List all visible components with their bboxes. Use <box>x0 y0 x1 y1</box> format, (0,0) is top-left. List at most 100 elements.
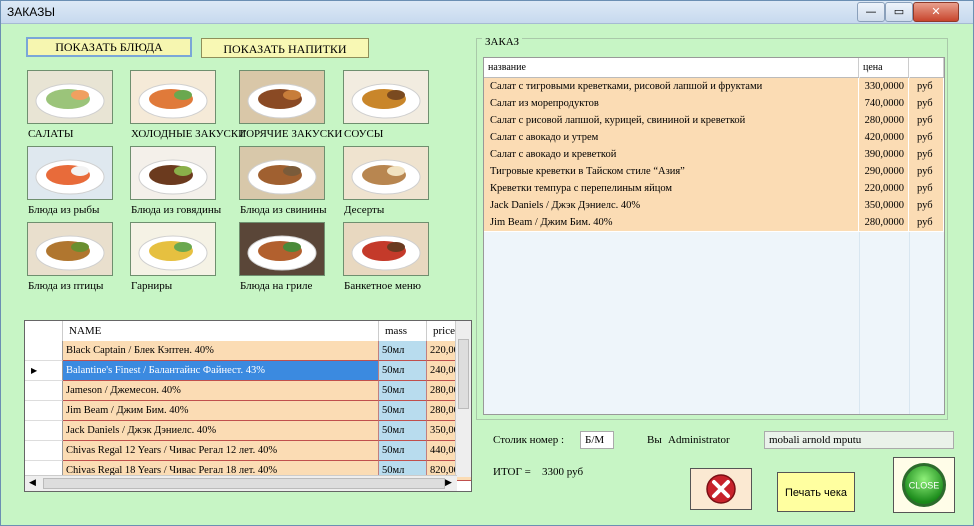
print-receipt-button[interactable]: Печать чека <box>777 472 855 512</box>
row-header[interactable] <box>25 421 63 441</box>
category-label-1[interactable]: ХОЛОДНЫЕ ЗАКУСКИ <box>131 128 246 140</box>
order-cell-currency[interactable]: руб <box>909 180 944 197</box>
col-mass-header[interactable]: mass <box>379 321 427 341</box>
cell-mass[interactable]: 50мл <box>379 381 427 401</box>
scroll-left-icon[interactable]: ◀ <box>29 478 36 488</box>
order-cell-currency[interactable]: руб <box>909 214 944 231</box>
cell-mass[interactable]: 50мл <box>379 361 427 381</box>
maximize-button[interactable]: ▭ <box>885 2 913 22</box>
order-row[interactable]: Салат с авокадо и креветкой 390,0000 руб <box>484 146 944 164</box>
order-cell-price[interactable]: 390,0000 <box>859 146 909 163</box>
user-name-field[interactable]: mobali arnold mputu <box>764 431 954 449</box>
order-cell-name[interactable]: Jack Daniels / Джэк Дэниелс. 40% <box>484 197 859 214</box>
order-cell-currency[interactable]: руб <box>909 146 944 163</box>
order-cell-name[interactable]: Салат с авокадо и утрем <box>484 129 859 146</box>
category-label-8[interactable]: Блюда из птицы <box>28 280 103 292</box>
order-row[interactable]: Jack Daniels / Джэк Дэниелс. 40% 350,0000… <box>484 197 944 215</box>
order-cell-name[interactable]: Салат из морепродуктов <box>484 95 859 112</box>
category-label-3[interactable]: СОУСЫ <box>344 128 383 140</box>
order-row[interactable]: Тигровые креветки в Тайском стиле “Азия”… <box>484 163 944 181</box>
current-row-pointer-icon[interactable]: ▶ <box>25 361 63 381</box>
cell-mass[interactable]: 50мл <box>379 401 427 421</box>
order-row[interactable]: Салат с рисовой лапшой, курицей, свинино… <box>484 112 944 130</box>
menu-grid-horizontal-scrollbar[interactable]: ◀ ▶ <box>25 475 457 491</box>
category-tile-5[interactable] <box>130 146 216 200</box>
order-row[interactable]: Jim Beam / Джим Бим. 40% 280,0000 руб <box>484 214 944 232</box>
row-header[interactable] <box>25 441 63 461</box>
order-col-price-header[interactable]: цена <box>859 58 909 77</box>
table-row[interactable]: Jack Daniels / Джэк Дэниелс. 40% 50мл 350,… <box>25 421 471 441</box>
order-cell-price[interactable]: 280,0000 <box>859 112 909 129</box>
category-label-4[interactable]: Блюда из рыбы <box>28 204 99 216</box>
category-tile-9[interactable] <box>130 222 216 276</box>
order-cell-currency[interactable]: руб <box>909 129 944 146</box>
cell-name[interactable]: Black Captain / Блек Кэптен. 40% <box>63 341 379 361</box>
order-cell-currency[interactable]: руб <box>909 112 944 129</box>
category-label-11[interactable]: Банкетное меню <box>344 280 421 292</box>
category-tile-1[interactable] <box>130 70 216 124</box>
minimize-button[interactable]: — <box>857 2 885 22</box>
row-header[interactable] <box>25 401 63 421</box>
table-row[interactable]: Jim Beam / Джим Бим. 40% 50мл 280,0000 <box>25 401 471 421</box>
order-cell-price[interactable]: 290,0000 <box>859 163 909 180</box>
menu-grid-vertical-scrollbar[interactable] <box>455 321 471 477</box>
order-cell-price[interactable]: 280,0000 <box>859 214 909 231</box>
category-label-2[interactable]: ГОРЯЧИЕ ЗАКУСКИ <box>240 128 342 140</box>
category-tile-11[interactable] <box>343 222 429 276</box>
order-cell-price[interactable]: 350,0000 <box>859 197 909 214</box>
cell-name[interactable]: Jim Beam / Джим Бим. 40% <box>63 401 379 421</box>
order-cell-price[interactable]: 740,0000 <box>859 95 909 112</box>
cell-name[interactable]: Jack Daniels / Джэк Дэниелс. 40% <box>63 421 379 441</box>
order-cell-name[interactable]: Салат с тигровыми креветками, рисовой ла… <box>484 78 859 95</box>
order-row[interactable]: Креветки темпура с перепелиным яйцом 220,… <box>484 180 944 198</box>
order-grid[interactable]: название цена Салат с тигровыми креветка… <box>483 57 945 415</box>
category-tile-3[interactable] <box>343 70 429 124</box>
category-label-10[interactable]: Блюда на гриле <box>240 280 312 292</box>
window-close-button[interactable]: ✕ <box>913 2 959 22</box>
table-row[interactable]: Jameson / Джемесон. 40% 50мл 280,0000 <box>25 381 471 401</box>
table-number-field[interactable]: Б/М <box>580 431 614 449</box>
order-cell-currency[interactable]: руб <box>909 197 944 214</box>
category-label-5[interactable]: Блюда из говядины <box>131 204 221 216</box>
order-row[interactable]: Салат из морепродуктов 740,0000 руб <box>484 95 944 113</box>
order-cell-name[interactable]: Салат с авокадо и креветкой <box>484 146 859 163</box>
order-col-currency-header[interactable] <box>909 58 944 77</box>
cell-name[interactable]: Balantine's Finest / Балантайнс Файнест.… <box>63 361 379 381</box>
category-tile-8[interactable] <box>27 222 113 276</box>
cell-name[interactable]: Chivas Regal 12 Years / Чивас Регал 12 л… <box>63 441 379 461</box>
table-row[interactable]: ▶ Balantine's Finest / Балантайнс Файнест… <box>25 361 471 381</box>
table-row[interactable]: Chivas Regal 12 Years / Чивас Регал 12 л… <box>25 441 471 461</box>
row-header[interactable] <box>25 341 63 361</box>
order-cell-price[interactable]: 420,0000 <box>859 129 909 146</box>
order-cell-name[interactable]: Креветки темпура с перепелиным яйцом <box>484 180 859 197</box>
close-button[interactable]: CLOSE <box>893 457 955 513</box>
category-label-9[interactable]: Гарниры <box>131 280 172 292</box>
order-row[interactable]: Салат с авокадо и утрем 420,0000 руб <box>484 129 944 147</box>
category-label-0[interactable]: САЛАТЫ <box>28 128 73 140</box>
category-tile-6[interactable] <box>239 146 325 200</box>
order-cell-currency[interactable]: руб <box>909 78 944 95</box>
order-cell-price[interactable]: 220,0000 <box>859 180 909 197</box>
scroll-right-icon[interactable]: ▶ <box>445 478 452 488</box>
order-col-name-header[interactable]: название <box>484 58 859 77</box>
menu-grid[interactable]: NAME mass price Black Captain / Блек Кэп… <box>24 320 472 492</box>
category-tile-7[interactable] <box>343 146 429 200</box>
category-tile-2[interactable] <box>239 70 325 124</box>
scroll-thumb[interactable] <box>458 339 469 409</box>
category-tile-0[interactable] <box>27 70 113 124</box>
category-label-7[interactable]: Десерты <box>344 204 384 216</box>
order-row[interactable]: Салат с тигровыми креветками, рисовой ла… <box>484 78 944 96</box>
cell-mass[interactable]: 50мл <box>379 341 427 361</box>
order-cell-currency[interactable]: руб <box>909 95 944 112</box>
category-tile-10[interactable] <box>239 222 325 276</box>
order-cell-currency[interactable]: руб <box>909 163 944 180</box>
show-dishes-button[interactable]: ПОКАЗАТЬ БЛЮДА <box>26 37 192 57</box>
category-label-6[interactable]: Блюда из свинины <box>240 204 327 216</box>
order-cell-price[interactable]: 330,0000 <box>859 78 909 95</box>
row-header[interactable] <box>25 381 63 401</box>
order-cell-name[interactable]: Jim Beam / Джим Бим. 40% <box>484 214 859 231</box>
cell-name[interactable]: Jameson / Джемесон. 40% <box>63 381 379 401</box>
delete-item-button[interactable] <box>690 468 752 510</box>
order-cell-name[interactable]: Салат с рисовой лапшой, курицей, свинино… <box>484 112 859 129</box>
cell-mass[interactable]: 50мл <box>379 421 427 441</box>
